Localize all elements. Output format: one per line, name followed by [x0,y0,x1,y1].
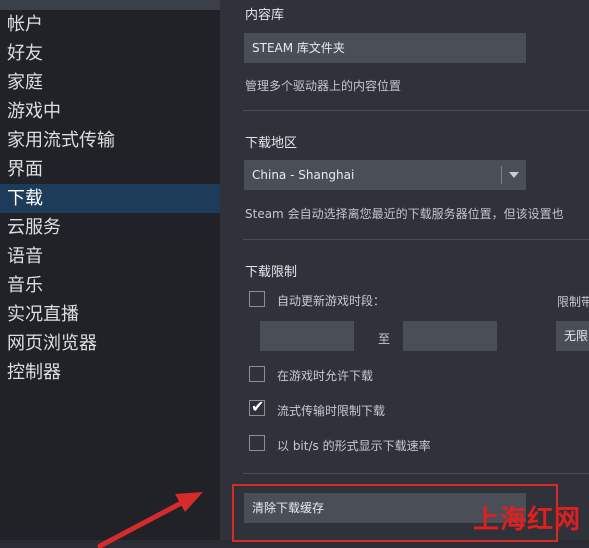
sidebar-item-remote-play[interactable]: 家用流式传输 [0,126,220,155]
limit-bandwidth-label: 限制带 [557,295,589,309]
chevron-down-icon [509,172,519,178]
divider [243,110,589,111]
content-library-title: 内容库 [245,8,285,23]
annotation-arrow-icon [97,492,203,548]
sidebar-item-broadcasting[interactable]: 实况直播 [0,300,220,329]
sidebar-item-interface[interactable]: 界面 [0,155,220,184]
content-library-description: 管理多个驱动器上的内容位置 [245,79,402,93]
sidebar-item-downloads[interactable]: 下载 [0,184,220,213]
auto-update-window-label: 自动更新游戏时段： [277,294,386,308]
download-region-select[interactable]: China - Shanghai [244,160,526,190]
auto-update-end-time-input[interactable] [403,321,497,351]
throttle-while-streaming-label: 流式传输时限制下载 [277,404,386,418]
display-bits-per-second-checkbox[interactable] [249,435,265,451]
throttle-while-streaming-checkbox[interactable]: ✔ [249,397,265,416]
divider [243,473,589,474]
download-region-description: Steam 会自动选择离您最近的下载服务器位置，但该设置也 [245,207,564,221]
display-bits-per-second-label: 以 bit/s 的形式显示下载速率 [277,439,431,453]
to-label: 至 [378,332,391,346]
allow-downloads-during-gameplay-checkbox[interactable] [249,366,265,382]
select-separator [501,166,502,184]
download-region-title: 下载地区 [245,136,298,151]
sidebar-item-friends[interactable]: 好友 [0,39,220,68]
bandwidth-limit-value: 无限 [564,329,589,343]
download-region-value: China - Shanghai [252,168,355,182]
sidebar-item-controller[interactable]: 控制器 [0,358,220,387]
settings-main-panel: 内容库 STEAM 库文件夹 管理多个驱动器上的内容位置 下载地区 China … [220,0,589,542]
sidebar-item-cloud[interactable]: 云服务 [0,213,220,242]
steam-library-folders-button[interactable]: STEAM 库文件夹 [244,33,526,63]
auto-update-window-checkbox[interactable] [249,291,265,307]
sidebar-item-account[interactable]: 帐户 [0,10,220,39]
checkmark-icon: ✔ [251,397,265,416]
sidebar-item-web-browser[interactable]: 网页浏览器 [0,329,220,358]
sidebar-item-in-game[interactable]: 游戏中 [0,97,220,126]
watermark: 上海红网 [472,505,581,535]
settings-sidebar: 帐户 好友 家庭 游戏中 家用流式传输 界面 下载 云服务 语音 音乐 实况直播… [0,0,220,540]
sidebar-item-voice[interactable]: 语音 [0,242,220,271]
sidebar-item-family[interactable]: 家庭 [0,68,220,97]
allow-downloads-during-gameplay-label: 在游戏时允许下载 [277,369,374,383]
auto-update-start-time-input[interactable] [260,321,354,351]
sidebar-top-strip [0,0,220,10]
sidebar-item-music[interactable]: 音乐 [0,271,220,300]
download-limits-title: 下载限制 [245,265,298,280]
divider [243,239,589,240]
bandwidth-limit-select[interactable]: 无限 [556,321,589,351]
